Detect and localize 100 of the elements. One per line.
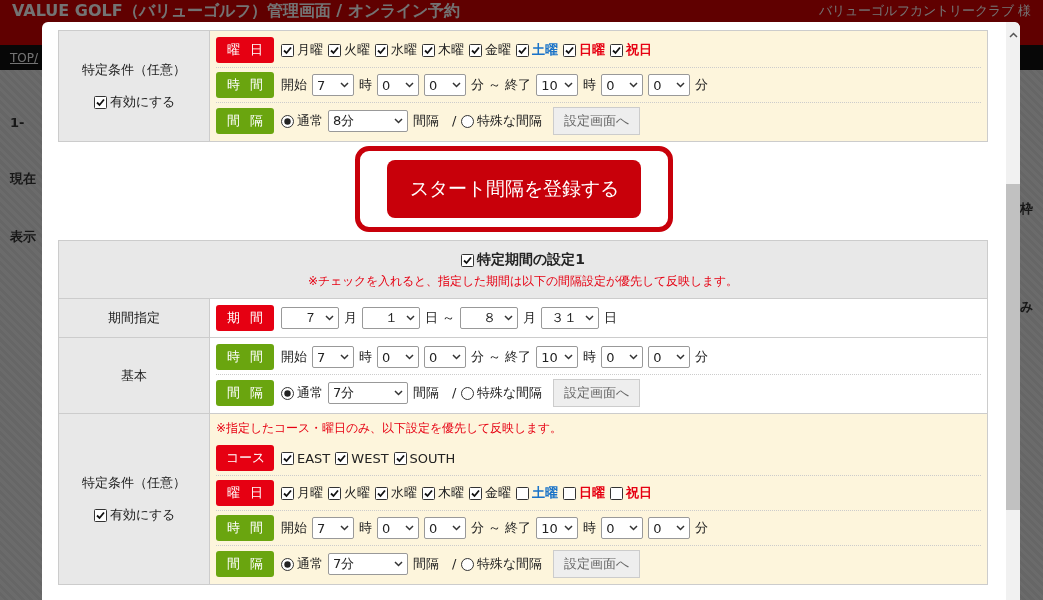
select-field[interactable]: 0 — [601, 346, 644, 368]
app-title: VALUE GOLF（バリューゴルフ）管理画面 / オンライン予約 — [12, 1, 460, 20]
select-field[interactable]: 0 — [424, 346, 466, 368]
radio-button[interactable] — [461, 557, 475, 571]
row-label: 特定条件（任意） — [82, 61, 186, 79]
radio-label: 特殊な間隔 — [477, 555, 543, 573]
select-field[interactable]: 0 — [648, 346, 691, 368]
caret-icon — [564, 354, 574, 360]
checkbox[interactable] — [461, 253, 475, 267]
scroll-thumb[interactable] — [1006, 184, 1020, 510]
select-field[interactable]: 10 — [536, 517, 579, 539]
checkbox[interactable] — [610, 486, 623, 500]
checkbox[interactable] — [375, 43, 388, 57]
checkbox-label: 土曜 — [532, 484, 558, 502]
select-field[interactable]: １ — [362, 307, 420, 329]
row-label: 基本 — [121, 366, 147, 385]
caret-icon — [452, 525, 461, 531]
label-text: 分 ～ 終了 — [471, 519, 532, 537]
checkbox[interactable] — [516, 43, 529, 57]
page-text: み — [1020, 298, 1033, 316]
select-field[interactable]: 0 — [377, 346, 419, 368]
checkbox-label: 火曜 — [344, 484, 370, 502]
select-field[interactable]: 7 — [312, 346, 354, 368]
checkbox[interactable] — [281, 486, 294, 500]
field-tag: 曜日 — [216, 37, 274, 63]
checkbox[interactable] — [335, 451, 349, 465]
select-field[interactable]: 0 — [377, 517, 419, 539]
checkbox[interactable] — [563, 43, 576, 57]
note-text: ※チェックを入れると、指定した期間は以下の間隔設定が優先して反映します。 — [307, 273, 739, 290]
select-field[interactable]: 7分 — [328, 553, 408, 575]
select-field[interactable]: 7 — [312, 517, 354, 539]
label-text: 時 — [583, 348, 597, 366]
checkbox[interactable] — [93, 95, 107, 109]
checkbox[interactable] — [610, 43, 623, 57]
field-tag: 間隔 — [216, 380, 274, 406]
select-field[interactable]: 0 — [377, 74, 419, 96]
caret-icon — [394, 118, 403, 124]
select-field[interactable]: 7分 — [328, 382, 408, 404]
scroll-up-icon[interactable] — [1008, 32, 1018, 38]
select-field[interactable]: 0 — [601, 74, 644, 96]
checkbox[interactable] — [281, 451, 294, 465]
label-text: 分 — [695, 348, 709, 366]
field-tag: 時間 — [216, 344, 274, 370]
field-tag: 期間 — [216, 305, 274, 331]
checkbox-label: 月曜 — [297, 41, 323, 59]
select-field[interactable]: 0 — [601, 517, 644, 539]
select-field[interactable]: 7 — [312, 74, 354, 96]
checkbox[interactable] — [93, 508, 107, 522]
caret-icon — [406, 315, 415, 321]
checkbox-label: 祝日 — [626, 41, 652, 59]
caret-icon — [676, 525, 686, 531]
select-field[interactable]: 0 — [424, 74, 466, 96]
select-field[interactable]: ３１ — [541, 307, 600, 329]
note-text: ※指定したコース・曜日のみ、以下設定を優先して反映します。 — [216, 420, 564, 437]
radio-button[interactable] — [281, 386, 294, 400]
select-field[interactable]: 10 — [536, 346, 579, 368]
label-text: 開始 — [281, 76, 307, 94]
checkbox[interactable] — [328, 486, 341, 500]
caret-icon — [452, 82, 461, 88]
checkbox[interactable] — [469, 43, 482, 57]
select-field[interactable]: 0 — [648, 517, 691, 539]
checkbox[interactable] — [422, 43, 435, 57]
radio-button[interactable] — [281, 557, 294, 571]
select-field[interactable]: 0 — [648, 74, 691, 96]
checkbox-label: SOUTH — [409, 450, 456, 466]
radio-label: 通常 — [297, 112, 323, 130]
checkbox-label: 金曜 — [485, 484, 511, 502]
settings-button[interactable]: 設定画面へ — [553, 379, 641, 407]
field-tag: コース — [216, 445, 274, 471]
radio-button[interactable] — [461, 386, 475, 400]
scrollbar[interactable] — [1006, 22, 1020, 600]
select-field[interactable]: 8分 — [328, 110, 408, 132]
checkbox[interactable] — [393, 451, 407, 465]
caret-icon — [629, 525, 639, 531]
checkbox[interactable] — [328, 43, 341, 57]
checkbox[interactable] — [469, 486, 482, 500]
checkbox[interactable] — [375, 486, 388, 500]
submit-button[interactable]: スタート間隔を登録する — [387, 160, 641, 218]
caret-icon — [676, 82, 686, 88]
caret-icon — [564, 82, 574, 88]
checkbox[interactable] — [281, 43, 294, 57]
nav-link[interactable]: TOP/ — [10, 50, 39, 65]
field-tag: 曜日 — [216, 480, 274, 506]
select-field[interactable]: ８ — [460, 307, 519, 329]
select-field[interactable]: 10 — [536, 74, 579, 96]
radio-label: 通常 — [297, 555, 323, 573]
page-text: 表示 — [10, 228, 36, 246]
checkbox[interactable] — [516, 486, 529, 500]
settings-button[interactable]: 設定画面へ — [553, 550, 641, 578]
select-field[interactable]: ７ — [281, 307, 339, 329]
checkbox-label: 水曜 — [391, 41, 417, 59]
radio-button[interactable] — [281, 114, 294, 128]
caret-icon — [394, 561, 403, 567]
checkbox[interactable] — [422, 486, 435, 500]
select-field[interactable]: 0 — [424, 517, 466, 539]
radio-label: 特殊な間隔 — [477, 384, 543, 402]
checkbox[interactable] — [563, 486, 576, 500]
label-text: 開始 — [281, 519, 307, 537]
radio-button[interactable] — [461, 114, 475, 128]
settings-button[interactable]: 設定画面へ — [553, 107, 641, 135]
